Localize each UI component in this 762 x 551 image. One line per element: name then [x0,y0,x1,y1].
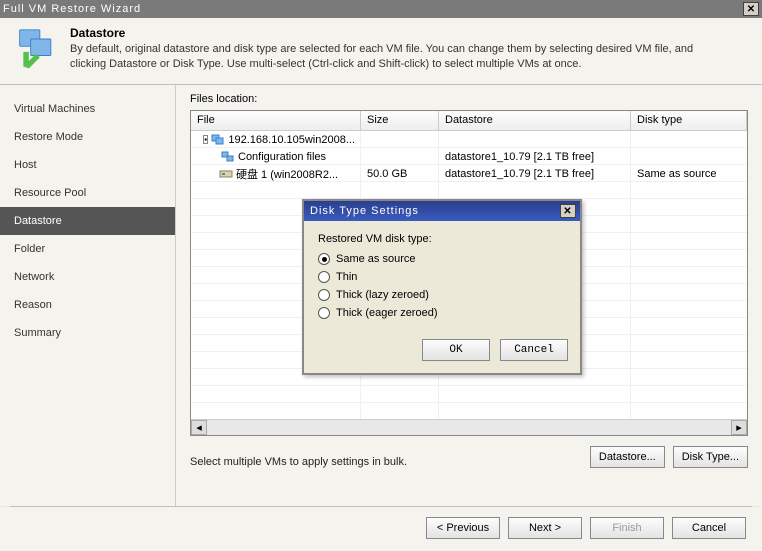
disk-icon [219,168,233,180]
disk-type-button[interactable]: Disk Type... [673,446,748,468]
table-row[interactable]: Configuration files datastore1_10.79 [2.… [191,148,747,165]
previous-button[interactable]: < Previous [426,517,500,539]
cell-datastore: datastore1_10.79 [2.1 TB free] [439,168,631,180]
cell-file: 硬盘 1 (win2008R2... [236,166,338,182]
radio-label: Thin [336,271,357,283]
col-datastore[interactable]: Datastore [439,111,631,130]
scroll-left-icon[interactable]: ◂ [191,420,207,435]
files-location-label: Files location: [190,93,748,105]
wizard-header: Datastore By default, original datastore… [0,18,762,85]
sidebar-item-restore-mode[interactable]: Restore Mode [0,123,175,151]
disk-type-settings-dialog: Disk Type Settings ✕ Restored VM disk ty… [302,199,582,375]
radio-thick-eager[interactable]: Thick (eager zeroed) [318,307,566,319]
radio-label: Same as source [336,253,415,265]
cell-datastore: datastore1_10.79 [2.1 TB free] [439,151,631,163]
wizard-steps-sidebar: Virtual Machines Restore Mode Host Resou… [0,85,176,506]
datastore-icon [14,26,62,74]
sidebar-item-host[interactable]: Host [0,151,175,179]
col-file[interactable]: File [191,111,361,130]
dialog-cancel-button[interactable]: Cancel [500,339,568,361]
config-icon [221,151,235,163]
col-size[interactable]: Size [361,111,439,130]
sidebar-item-network[interactable]: Network [0,263,175,291]
radio-label: Thick (eager zeroed) [336,307,438,319]
sidebar-item-virtual-machines[interactable]: Virtual Machines [0,95,175,123]
window-title: Full VM Restore Wizard [3,3,743,15]
radio-thick-lazy[interactable]: Thick (lazy zeroed) [318,289,566,301]
wizard-footer: < Previous Next > Finish Cancel [0,507,762,551]
finish-button: Finish [590,517,664,539]
next-button[interactable]: Next > [508,517,582,539]
sidebar-item-summary[interactable]: Summary [0,319,175,347]
table-row[interactable]: 硬盘 1 (win2008R2... 50.0 GB datastore1_10… [191,165,747,182]
dialog-label: Restored VM disk type: [318,233,566,245]
tree-collapse-icon[interactable]: ▪ [203,135,208,144]
bulk-hint: Select multiple VMs to apply settings in… [190,456,590,468]
cell-file: 192.168.10.105win2008... [228,134,355,146]
sidebar-item-datastore[interactable]: Datastore [0,207,175,235]
radio-icon[interactable] [318,271,330,283]
close-icon[interactable]: ✕ [743,2,759,16]
dialog-titlebar[interactable]: Disk Type Settings ✕ [304,201,580,221]
dialog-close-icon[interactable]: ✕ [560,204,576,218]
dialog-ok-button[interactable]: OK [422,339,490,361]
radio-icon[interactable] [318,307,330,319]
cell-size: 50.0 GB [361,168,439,180]
radio-icon[interactable] [318,253,330,265]
page-title: Datastore [70,26,710,40]
table-header: File Size Datastore Disk type [191,111,747,131]
cell-file: Configuration files [238,151,326,163]
vm-icon [211,134,225,146]
sidebar-item-reason[interactable]: Reason [0,291,175,319]
table-row[interactable]: ▪ 192.168.10.105win2008... [191,131,747,148]
scroll-track[interactable] [207,420,731,435]
radio-icon[interactable] [318,289,330,301]
horizontal-scrollbar[interactable]: ◂ ▸ [191,419,747,435]
scroll-right-icon[interactable]: ▸ [731,420,747,435]
radio-thin[interactable]: Thin [318,271,566,283]
sidebar-item-folder[interactable]: Folder [0,235,175,263]
radio-same-as-source[interactable]: Same as source [318,253,566,265]
window-titlebar: Full VM Restore Wizard ✕ [0,0,762,18]
dialog-title: Disk Type Settings [308,205,560,217]
radio-label: Thick (lazy zeroed) [336,289,429,301]
col-disktype[interactable]: Disk type [631,111,747,130]
cell-disktype: Same as source [631,168,747,180]
datastore-button[interactable]: Datastore... [590,446,665,468]
page-description: By default, original datastore and disk … [70,42,710,72]
cancel-button[interactable]: Cancel [672,517,746,539]
sidebar-item-resource-pool[interactable]: Resource Pool [0,179,175,207]
